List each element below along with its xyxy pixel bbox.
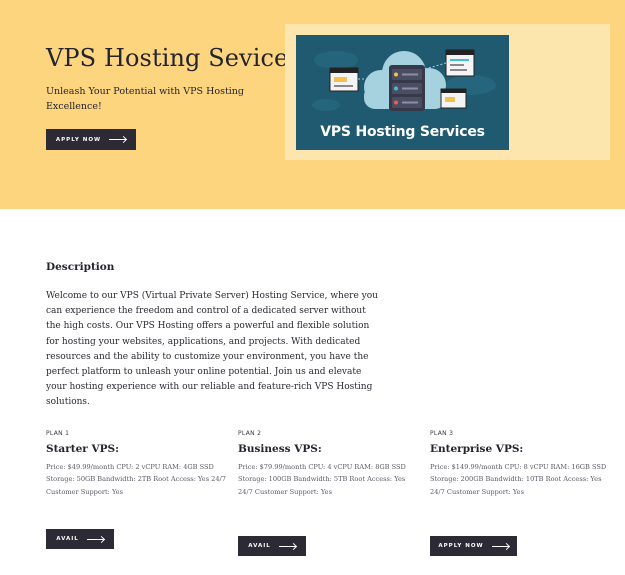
- plan-number: PLAN 1: [46, 430, 70, 437]
- arrow-right-icon: [86, 538, 104, 540]
- avail-label: AVAIL: [56, 536, 79, 542]
- hero-subtitle: Unleash Your Potential with VPS Hosting …: [46, 86, 245, 112]
- plan-card-starter: PLAN 1 Starter VPS: Price: $49.99/month …: [46, 430, 226, 498]
- plan-number: PLAN 3: [430, 430, 454, 437]
- plan-details: Price: $49.99/month CPU: 2 vCPU RAM: 4GB…: [46, 463, 226, 496]
- description-text: Welcome to our VPS (Virtual Private Serv…: [46, 291, 378, 408]
- avail-business-button[interactable]: AVAIL: [238, 536, 306, 556]
- banner-caption: VPS Hosting Services: [320, 124, 485, 140]
- arrow-right-icon: [278, 545, 296, 547]
- arrow-right-icon: [491, 545, 509, 547]
- page-title: VPS Hosting Sevice: [46, 44, 289, 72]
- apply-now-enterprise-button[interactable]: APPLY NOW: [430, 536, 517, 556]
- plan-number: PLAN 2: [238, 430, 262, 437]
- hero-banner-image: VPS Hosting Services: [296, 35, 509, 150]
- apply-now-button[interactable]: APPLY NOW: [46, 129, 136, 150]
- apply-now-label: APPLY NOW: [55, 136, 102, 143]
- avail-starter-button[interactable]: AVAIL: [46, 529, 114, 549]
- description-heading: Description: [46, 261, 115, 273]
- plan-name: Starter VPS:: [46, 443, 119, 455]
- plan-details: Price: $149.99/month CPU: 8 vCPU RAM: 16…: [430, 463, 607, 496]
- plan-name: Enterprise VPS:: [430, 443, 524, 455]
- apply-now-label: APPLY NOW: [438, 543, 484, 549]
- plan-details: Price: $79.99/month CPU: 4 vCPU RAM: 8GB…: [238, 463, 406, 496]
- plan-card-enterprise: PLAN 3 Enterprise VPS: Price: $149.99/mo…: [430, 430, 610, 498]
- plan-card-business: PLAN 2 Business VPS: Price: $79.99/month…: [238, 430, 418, 498]
- arrow-right-icon: [109, 139, 127, 140]
- avail-label: AVAIL: [248, 543, 271, 549]
- plan-name: Business VPS:: [238, 443, 322, 455]
